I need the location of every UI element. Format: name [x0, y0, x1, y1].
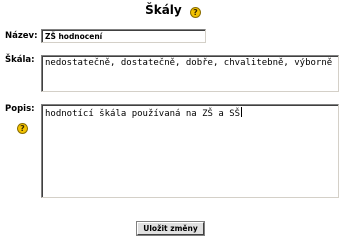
help-icon[interactable]: ? — [17, 123, 28, 134]
page-header: Škály ? — [0, 2, 346, 18]
nazev-value: ZŠ hodnocení — [45, 32, 103, 41]
popis-value: hodnotící škála používaná na ZŠ a SŠ — [45, 109, 241, 119]
popis-label: Popis: — [5, 104, 35, 114]
skala-label: Škála: — [5, 55, 35, 65]
skala-value: nedostatečně, dostatečně, dobře, chvalit… — [45, 58, 333, 68]
text-caret — [241, 107, 243, 117]
nazev-label: Název: — [5, 31, 38, 41]
nazev-input[interactable]: ZŠ hodnocení — [41, 29, 206, 43]
save-button[interactable]: Uložit změny — [136, 221, 205, 236]
skala-textarea[interactable]: nedostatečně, dostatečně, dobře, chvalit… — [41, 55, 339, 92]
popis-text-line: hodnotící škála používaná na ZŠ a SŠ — [45, 107, 335, 120]
popis-textarea[interactable]: hodnotící škála používaná na ZŠ a SŠ — [41, 104, 339, 198]
help-icon[interactable]: ? — [189, 7, 201, 18]
page-title: Škály — [145, 3, 182, 17]
